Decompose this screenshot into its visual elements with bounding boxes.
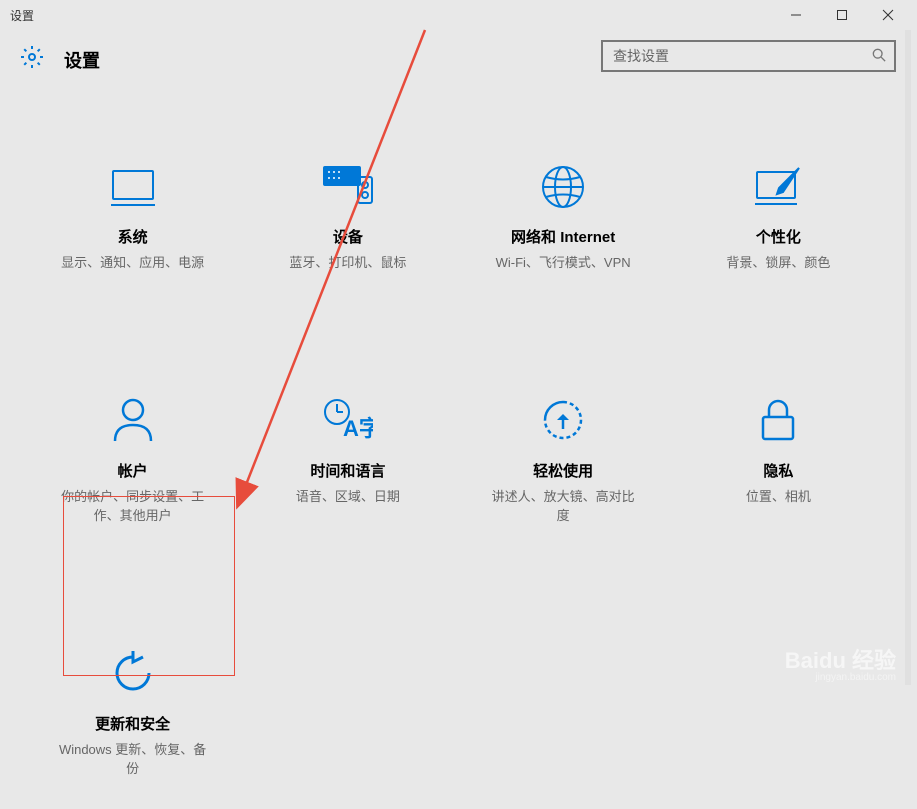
minimize-button[interactable] <box>773 0 819 30</box>
tile-title: 隐私 <box>763 460 793 481</box>
settings-grid: 系统 显示、通知、应用、电源 设备 蓝牙、打印机、鼠标 <box>0 89 911 809</box>
settings-window: 设置 设置 <box>0 0 911 685</box>
tile-personalization[interactable]: 个性化 背景、锁屏、颜色 <box>676 149 881 283</box>
search-icon[interactable] <box>864 48 894 65</box>
tile-desc: 显示、通知、应用、电源 <box>61 253 204 273</box>
close-icon <box>882 9 894 21</box>
tile-title: 时间和语言 <box>310 460 385 481</box>
page-title: 设置 <box>64 47 100 73</box>
gear-icon <box>20 45 44 74</box>
tile-desc: Windows 更新、恢复、备份 <box>58 740 208 779</box>
scrollbar[interactable] <box>905 30 911 685</box>
personalize-icon <box>753 159 803 214</box>
tile-title: 网络和 Internet <box>511 226 615 247</box>
tile-update-security[interactable]: 更新和安全 Windows 更新、恢复、备份 <box>30 636 235 789</box>
tile-title: 个性化 <box>756 226 801 247</box>
user-icon <box>111 393 155 448</box>
tile-title: 设备 <box>333 226 363 247</box>
devices-icon <box>320 159 376 214</box>
window-title: 设置 <box>10 7 34 24</box>
globe-icon <box>540 159 586 214</box>
tile-privacy[interactable]: 隐私 位置、相机 <box>676 383 881 536</box>
tile-network[interactable]: 网络和 Internet Wi-Fi、飞行模式、VPN <box>461 149 666 283</box>
tile-desc: 你的帐户、同步设置、工作、其他用户 <box>58 487 208 526</box>
window-controls <box>773 0 911 30</box>
maximize-icon <box>837 10 847 20</box>
tile-title: 更新和安全 <box>95 713 170 734</box>
search-box[interactable] <box>601 40 896 72</box>
tile-ease-of-access[interactable]: 轻松使用 讲述人、放大镜、高对比度 <box>461 383 666 536</box>
tile-desc: 讲述人、放大镜、高对比度 <box>488 487 638 526</box>
tile-title: 帐户 <box>118 460 148 481</box>
ease-icon <box>540 393 586 448</box>
tile-desc: 位置、相机 <box>746 487 811 507</box>
time-language-icon: A字 <box>323 393 373 448</box>
tile-desc: Wi-Fi、飞行模式、VPN <box>496 253 631 273</box>
tile-desc: 背景、锁屏、颜色 <box>726 253 830 273</box>
tile-title: 轻松使用 <box>533 460 593 481</box>
close-button[interactable] <box>865 0 911 30</box>
tile-devices[interactable]: 设备 蓝牙、打印机、鼠标 <box>245 149 450 283</box>
tile-time-language[interactable]: A字 时间和语言 语音、区域、日期 <box>245 383 450 536</box>
tile-accounts[interactable]: 帐户 你的帐户、同步设置、工作、其他用户 <box>30 383 235 536</box>
minimize-icon <box>791 10 801 20</box>
tile-desc: 语音、区域、日期 <box>296 487 400 507</box>
titlebar: 设置 <box>0 0 911 30</box>
tile-system[interactable]: 系统 显示、通知、应用、电源 <box>30 149 235 283</box>
tile-desc: 蓝牙、打印机、鼠标 <box>289 253 406 273</box>
update-icon <box>109 646 157 701</box>
lock-icon <box>758 393 798 448</box>
svg-text:A字: A字 <box>343 416 373 441</box>
display-icon <box>109 159 157 214</box>
header: 设置 <box>0 30 911 89</box>
search-input[interactable] <box>603 48 864 64</box>
maximize-button[interactable] <box>819 0 865 30</box>
tile-title: 系统 <box>118 226 148 247</box>
